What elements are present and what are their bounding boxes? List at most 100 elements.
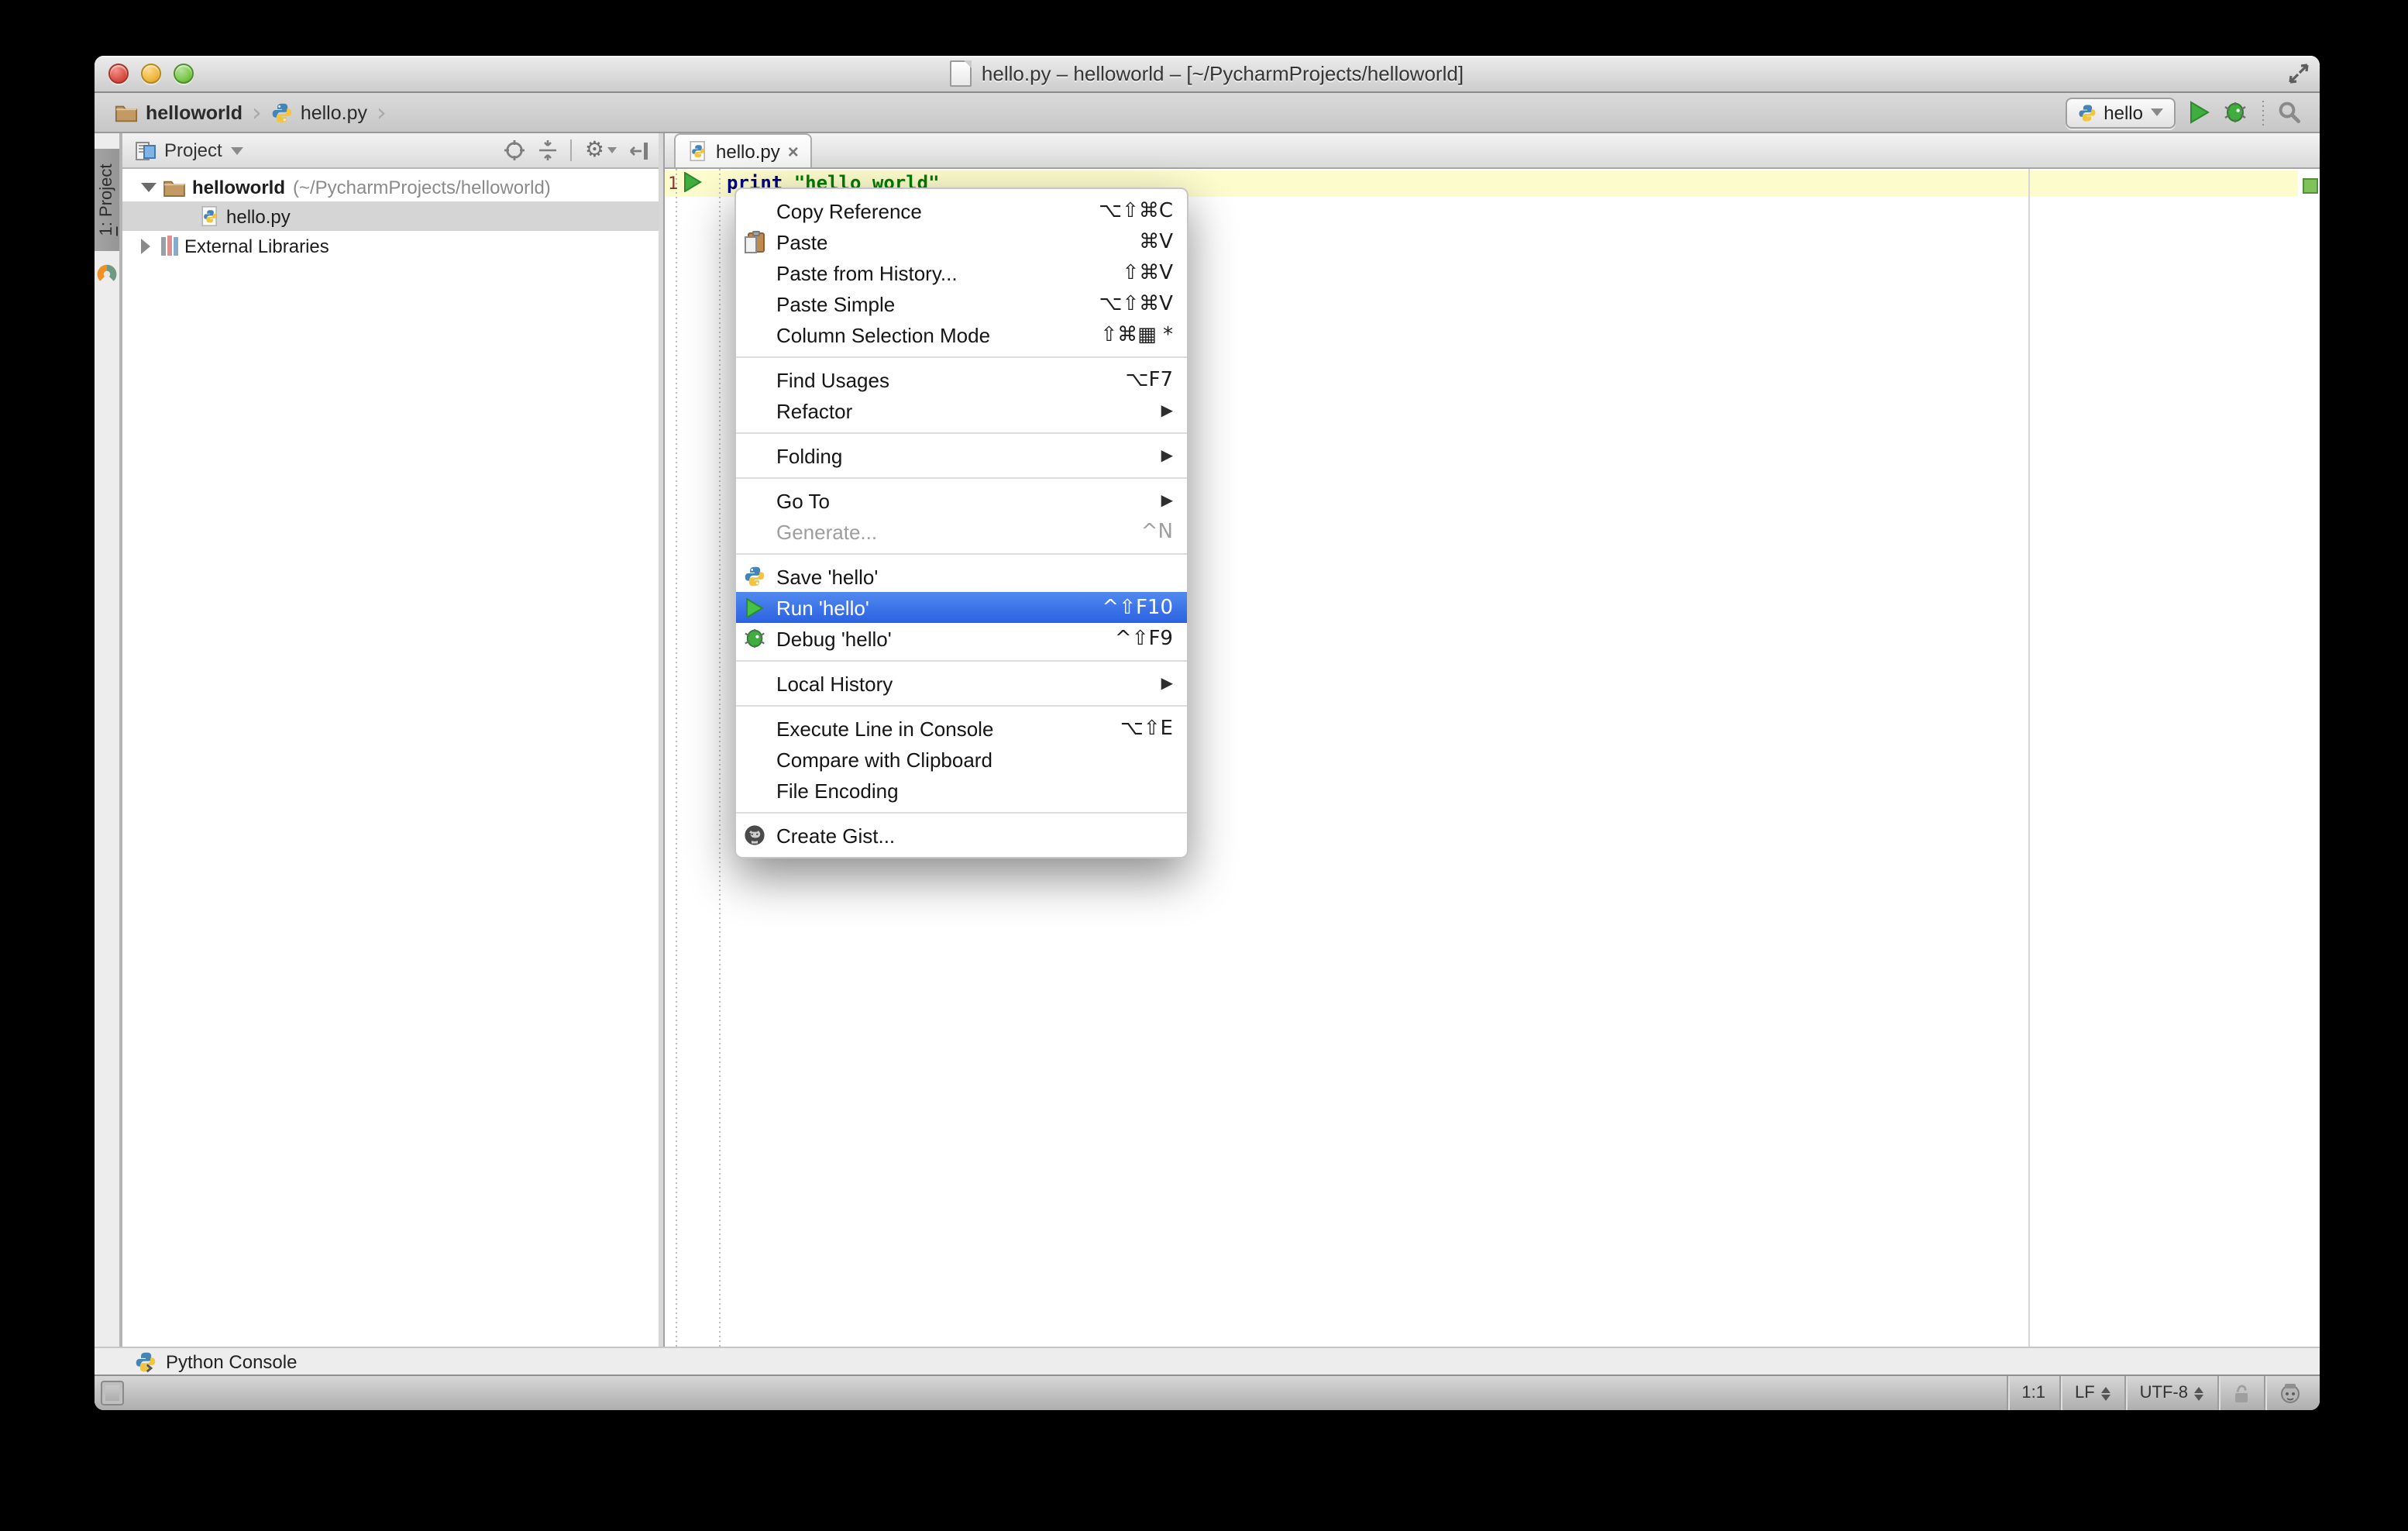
hector-inspector-icon <box>2281 1384 2300 1403</box>
title-bar: hello.py – helloworld – [~/PycharmProjec… <box>95 56 2320 93</box>
document-proxy-icon <box>950 60 972 87</box>
project-tool-window: Project ⚙ helloworld (~/PycharmProjects/… <box>122 133 659 1347</box>
menu-item-label: Compare with Clipboard <box>776 748 992 771</box>
line-separator-widget[interactable]: LF <box>2059 1376 2124 1410</box>
menu-item-execute-line-in-console[interactable]: Execute Line in Console ⌥⇧E <box>736 713 1187 744</box>
menu-item-paste[interactable]: Paste ⌘V <box>736 226 1187 257</box>
menu-item-generate: Generate... ^N <box>736 516 1187 547</box>
close-tab-icon[interactable]: × <box>788 142 799 160</box>
minimize-window-button[interactable] <box>141 64 161 84</box>
search-icon[interactable] <box>2278 101 2301 124</box>
debug-bug-icon <box>742 626 767 651</box>
chevron-down-icon <box>2151 108 2163 116</box>
menu-separator <box>736 705 1187 707</box>
hide-panel-icon[interactable] <box>629 140 649 160</box>
python-console-button[interactable]: Python Console <box>166 1350 297 1372</box>
menu-item-label: Copy Reference <box>776 199 922 222</box>
menu-separator <box>736 432 1187 434</box>
tree-row-external-libraries[interactable]: External Libraries <box>122 231 659 260</box>
menu-item-label: Debug 'hello' <box>776 627 892 650</box>
python-file-icon <box>201 206 217 226</box>
editor-tab-bar: hello.py × <box>665 133 2320 169</box>
breadcrumb-file[interactable]: hello.py <box>301 101 367 123</box>
menu-item-create-gist[interactable]: Create Gist... <box>736 820 1187 851</box>
tree-file-name: hello.py <box>226 205 291 227</box>
run-button[interactable] <box>2190 101 2210 124</box>
gutter-separator <box>719 169 721 1347</box>
run-configuration-name: hello <box>2104 101 2143 123</box>
menu-item-label: Create Gist... <box>776 824 896 847</box>
panel-splitter[interactable] <box>659 133 665 1347</box>
menu-item-shortcut: ⌥⇧E <box>1120 717 1173 740</box>
menu-item-save-hello[interactable]: Save 'hello' <box>736 561 1187 592</box>
run-configuration-select[interactable]: hello <box>2065 97 2176 128</box>
error-stripe[interactable] <box>2298 169 2320 1347</box>
tool-window-stripe: 1: Project <box>95 133 122 1347</box>
paste-clipboard-icon <box>742 229 767 254</box>
chevron-down-icon <box>607 147 617 153</box>
menu-item-refactor[interactable]: Refactor ▶ <box>736 395 1187 426</box>
tree-row-hello-py[interactable]: hello.py <box>122 201 659 231</box>
status-bar-widgets: 1:1 LF UTF-8 <box>2006 1376 2315 1410</box>
main-content: 1: Project Project ⚙ helloworld (~/Pycha… <box>95 133 2320 1347</box>
tool-window-button-project[interactable]: 1: Project <box>95 149 119 251</box>
menu-item-label: Generate... <box>776 520 878 543</box>
menu-item-compare-with-clipboard[interactable]: Compare with Clipboard <box>736 744 1187 775</box>
menu-item-go-to[interactable]: Go To ▶ <box>736 485 1187 516</box>
menu-item-shortcut: ⌥⇧⌘V <box>1099 292 1173 315</box>
menu-separator <box>736 356 1187 358</box>
inspection-profile-widget[interactable] <box>2264 1376 2315 1410</box>
caret-position-widget[interactable]: 1:1 <box>2006 1376 2059 1410</box>
zoom-window-button[interactable] <box>174 64 194 84</box>
menu-separator <box>736 660 1187 662</box>
menu-item-local-history[interactable]: Local History ▶ <box>736 668 1187 699</box>
breadcrumb-project[interactable]: helloworld <box>146 101 243 123</box>
menu-item-file-encoding[interactable]: File Encoding <box>736 775 1187 806</box>
tree-libraries-label: External Libraries <box>184 235 329 256</box>
encoding-widget[interactable]: UTF-8 <box>2124 1376 2217 1410</box>
run-line-marker-icon[interactable] <box>683 172 702 192</box>
menu-item-paste-simple[interactable]: Paste Simple ⌥⇧⌘V <box>736 288 1187 319</box>
gear-icon: ⚙ <box>584 138 604 163</box>
gutter-separator <box>676 169 677 1347</box>
panel-header-icons: ⚙ <box>504 139 649 161</box>
collapse-all-icon[interactable] <box>538 139 559 161</box>
python-file-icon <box>690 141 705 161</box>
chevron-down-icon[interactable] <box>231 146 244 154</box>
toggle-toolwindows-icon[interactable] <box>101 1381 124 1405</box>
tree-row-project-root[interactable]: helloworld (~/PycharmProjects/helloworld… <box>122 172 659 201</box>
lock-widget[interactable] <box>2217 1376 2264 1410</box>
menu-item-column-selection-mode[interactable]: Column Selection Mode ⇧⌘▦ * <box>736 319 1187 350</box>
menu-item-folding[interactable]: Folding ▶ <box>736 440 1187 471</box>
menu-item-debug-hello[interactable]: Debug 'hello' ^⇧F9 <box>736 623 1187 654</box>
pycharm-window: hello.py – helloworld – [~/PycharmProjec… <box>95 56 2320 1410</box>
menu-item-shortcut: ^N <box>1140 520 1173 543</box>
fullscreen-icon[interactable] <box>2287 62 2310 85</box>
menu-separator <box>736 812 1187 814</box>
project-button-mnemonic: 1 <box>98 226 118 236</box>
project-tree: helloworld (~/PycharmProjects/helloworld… <box>122 169 659 1347</box>
close-window-button[interactable] <box>108 64 129 84</box>
python-file-icon <box>272 102 292 122</box>
settings-gear-button[interactable]: ⚙ <box>585 139 617 161</box>
menu-item-label: File Encoding <box>776 779 899 802</box>
menu-item-shortcut: ⌘V <box>1139 230 1173 253</box>
inspection-status-icon[interactable] <box>2302 178 2317 194</box>
project-view-icon <box>136 141 156 160</box>
menu-item-label: Find Usages <box>776 368 889 391</box>
tree-collapse-icon[interactable] <box>141 238 150 253</box>
tree-expand-icon[interactable] <box>141 182 157 191</box>
window-title-group: hello.py – helloworld – [~/PycharmProjec… <box>950 60 1464 87</box>
status-bar: 1:1 LF UTF-8 <box>95 1376 2320 1410</box>
traffic-lights <box>108 64 194 84</box>
menu-item-find-usages[interactable]: Find Usages ⌥F7 <box>736 364 1187 395</box>
debug-button[interactable] <box>2224 101 2248 124</box>
menu-item-run-hello[interactable]: Run 'hello' ^⇧F10 <box>736 592 1187 623</box>
menu-item-copy-reference[interactable]: Copy Reference ⌥⇧⌘C <box>736 195 1187 226</box>
chevron-right-icon: › <box>377 97 387 126</box>
menu-item-paste-from-history[interactable]: Paste from History... ⇧⌘V <box>736 257 1187 288</box>
menu-item-label: Execute Line in Console <box>776 717 994 740</box>
tab-hello-py[interactable]: hello.py × <box>674 133 813 167</box>
locate-icon[interactable] <box>504 139 526 161</box>
tree-project-path: (~/PycharmProjects/helloworld) <box>293 176 551 198</box>
